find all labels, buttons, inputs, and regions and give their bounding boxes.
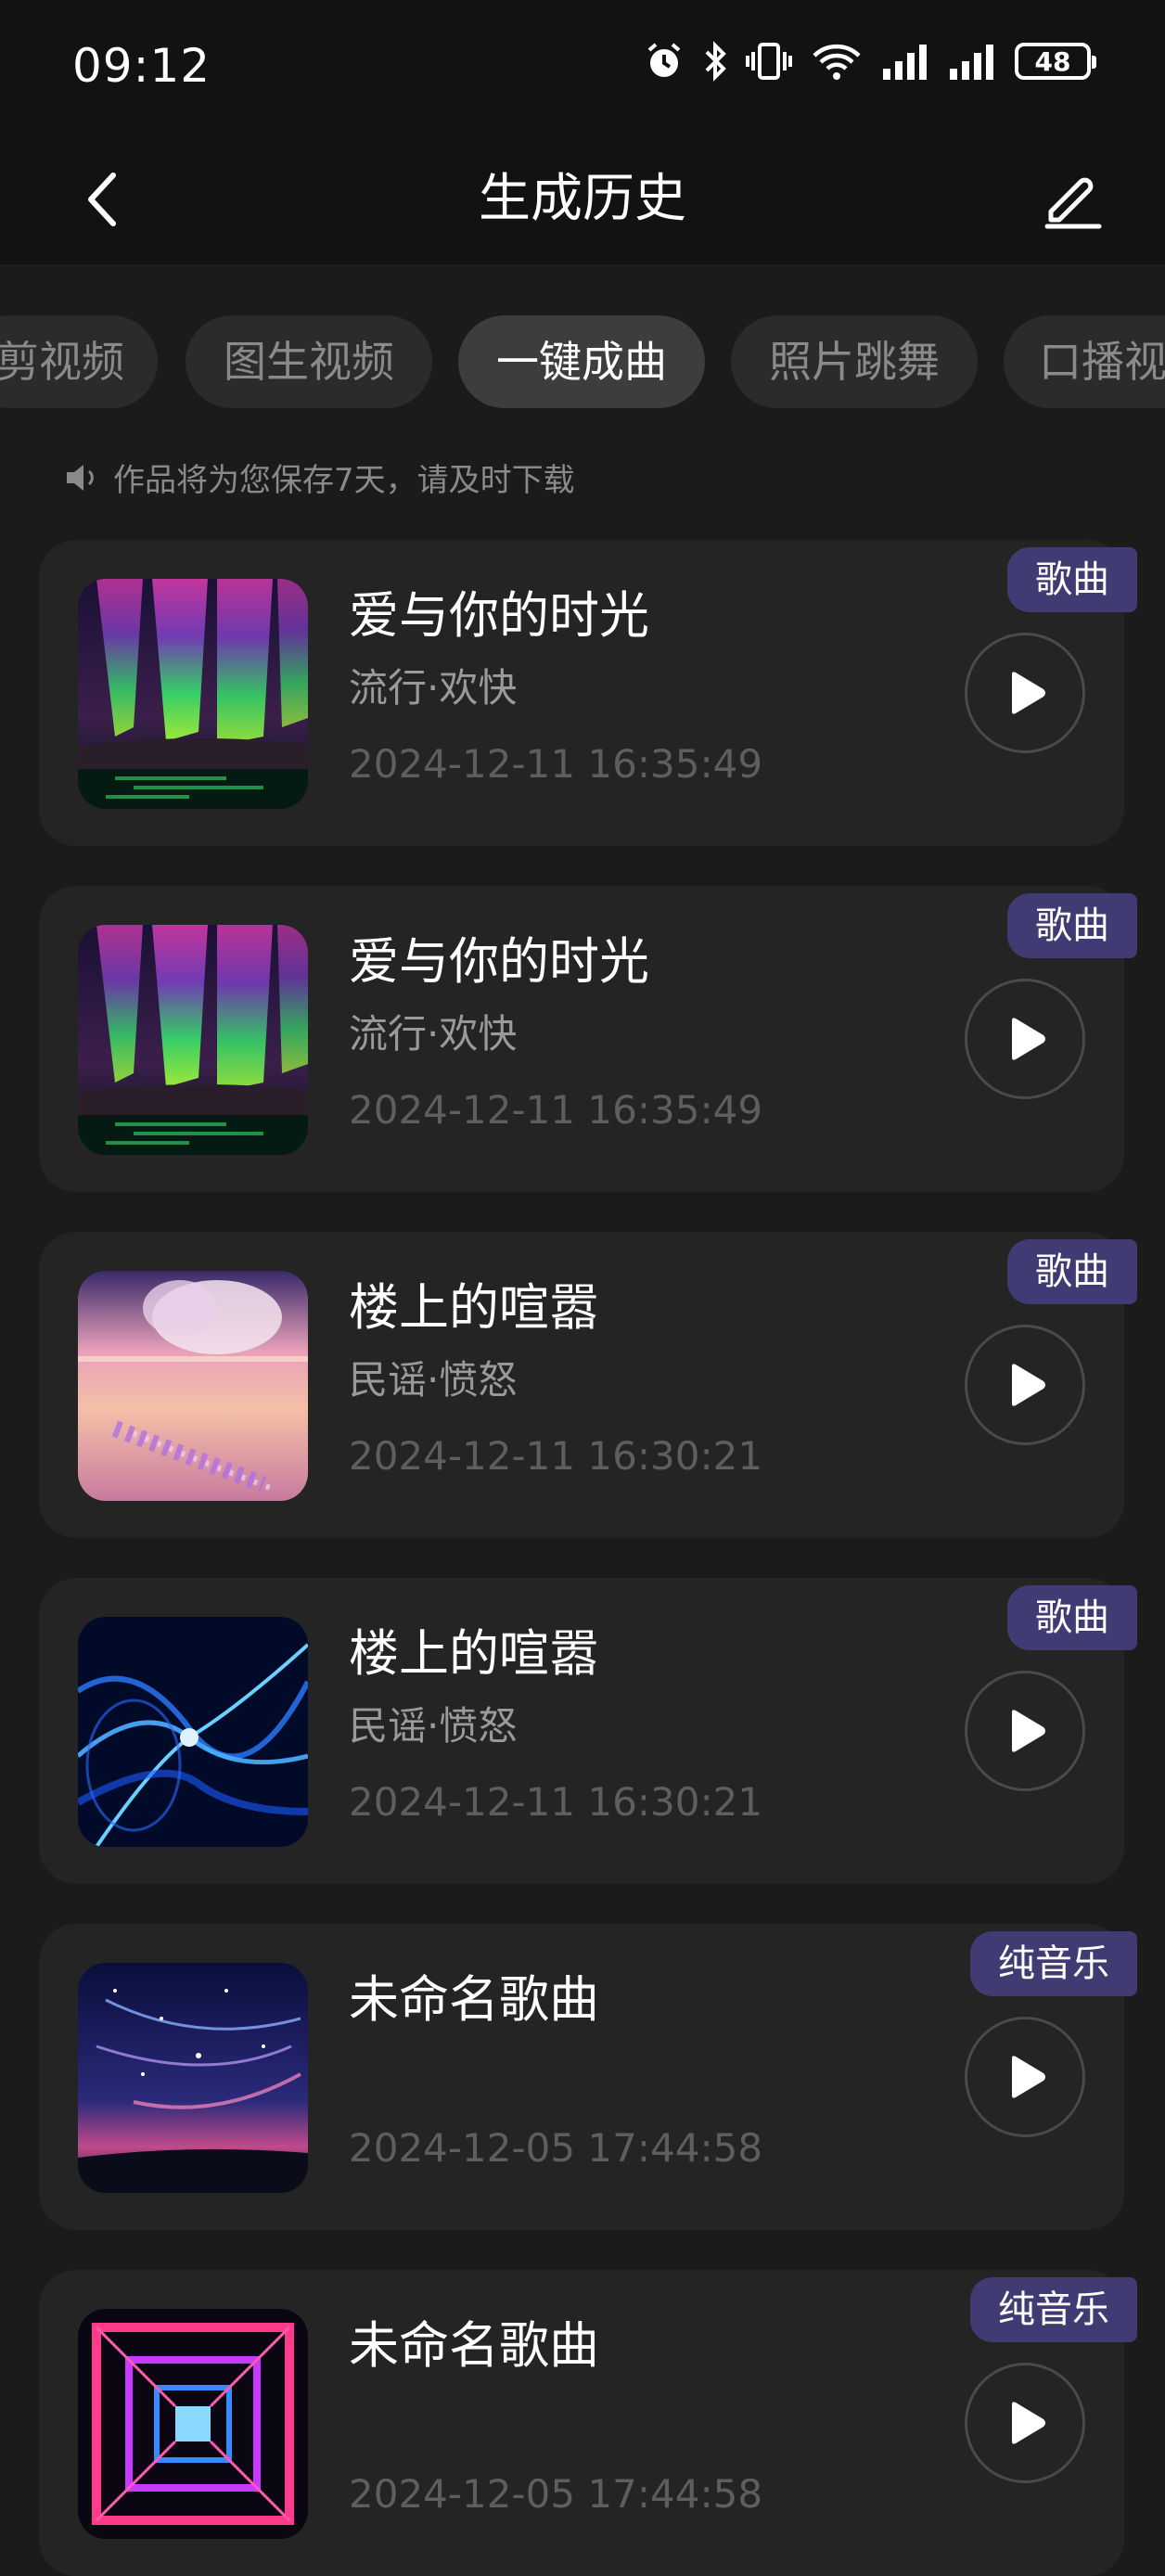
created-time: 2024-12-11 16:35:49 (349, 741, 763, 787)
cover-image (78, 579, 308, 809)
type-badge: 歌曲 (1007, 547, 1137, 612)
speaker-icon (67, 464, 94, 491)
status-icons: 48 (644, 41, 1096, 82)
play-button[interactable] (965, 1325, 1085, 1445)
created-time: 2024-12-11 16:30:21 (349, 1779, 763, 1825)
type-badge: 纯音乐 (970, 2277, 1137, 2342)
category-tabs: 剪视频 图生视频 一键成曲 照片跳舞 口播视 (0, 315, 1165, 408)
status-bar: 09:12 48 (0, 0, 1165, 135)
song-genre: 民谣·愤怒 (349, 1703, 518, 1749)
play-button[interactable] (965, 979, 1085, 1099)
play-icon (1012, 672, 1045, 714)
nav-bar: 生成历史 (0, 135, 1165, 264)
created-time: 2024-12-11 16:35:49 (349, 1087, 763, 1133)
signal-icon (883, 45, 927, 80)
wifi-icon (813, 44, 861, 80)
edit-button[interactable] (1035, 162, 1109, 237)
cover-image (78, 925, 308, 1155)
tab-edit-video[interactable]: 剪视频 (0, 315, 158, 408)
play-button[interactable] (965, 2017, 1085, 2137)
history-item[interactable]: 未命名歌曲 2024-12-05 17:44:58 纯音乐 (39, 2270, 1137, 2576)
retention-notice: 作品将为您保存7天，请及时下载 (63, 455, 575, 500)
play-button[interactable] (965, 1671, 1085, 1791)
battery-indicator: 48 (1015, 43, 1096, 80)
vibrate-icon (746, 43, 792, 80)
history-item[interactable]: 未命名歌曲 2024-12-05 17:44:58 纯音乐 (39, 1924, 1137, 2230)
song-title: 楼上的喧嚣 (349, 1624, 599, 1683)
history-item[interactable]: 爱与你的时光 流行·欢快 2024-12-11 16:35:49 歌曲 (39, 886, 1137, 1192)
type-badge: 纯音乐 (970, 1931, 1137, 1996)
history-item[interactable]: 楼上的喧嚣 民谣·愤怒 2024-12-11 16:30:21 歌曲 (39, 1232, 1137, 1538)
alarm-icon (647, 43, 681, 77)
song-genre: 流行·欢快 (349, 665, 518, 711)
page-title: 生成历史 (479, 169, 686, 229)
song-title: 楼上的喧嚣 (349, 1278, 599, 1337)
play-icon (1012, 1364, 1045, 1406)
created-time: 2024-12-05 17:44:58 (349, 2471, 763, 2517)
cover-image (78, 1617, 308, 1847)
song-title: 爱与你的时光 (349, 586, 649, 645)
play-icon (1012, 1018, 1045, 1060)
status-time: 09:12 (72, 39, 211, 93)
history-item[interactable]: 爱与你的时光 流行·欢快 2024-12-11 16:35:49 歌曲 (39, 540, 1137, 846)
tab-one-click-song[interactable]: 一键成曲 (458, 315, 705, 408)
created-time: 2024-12-11 16:30:21 (349, 1433, 763, 1479)
tab-talking-video[interactable]: 口播视 (1004, 315, 1165, 408)
song-genre: 民谣·愤怒 (349, 1357, 518, 1403)
tab-photo-dance[interactable]: 照片跳舞 (731, 315, 978, 408)
created-time: 2024-12-05 17:44:58 (349, 2125, 763, 2171)
cover-image (78, 1271, 308, 1501)
type-badge: 歌曲 (1007, 893, 1137, 958)
notice-text: 作品将为您保存7天，请及时下载 (113, 462, 575, 499)
play-icon (1012, 1710, 1045, 1752)
pencil-icon (1044, 177, 1102, 229)
type-badge: 歌曲 (1007, 1239, 1137, 1304)
song-title: 未命名歌曲 (349, 2316, 599, 2375)
tab-image-to-video[interactable]: 图生视频 (186, 315, 432, 408)
song-title: 未命名歌曲 (349, 1970, 599, 2029)
song-title: 爱与你的时光 (349, 932, 649, 991)
cover-image (78, 2309, 308, 2539)
play-icon (1012, 2402, 1045, 2444)
type-badge: 歌曲 (1007, 1585, 1137, 1650)
history-item[interactable]: 楼上的喧嚣 民谣·愤怒 2024-12-11 16:30:21 歌曲 (39, 1578, 1137, 1884)
song-genre: 流行·欢快 (349, 1011, 518, 1057)
cover-image (78, 1963, 308, 2193)
play-icon (1012, 2056, 1045, 2098)
bluetooth-icon (705, 41, 726, 82)
play-button[interactable] (965, 2363, 1085, 2483)
play-button[interactable] (965, 633, 1085, 753)
signal-icon-2 (950, 45, 993, 80)
